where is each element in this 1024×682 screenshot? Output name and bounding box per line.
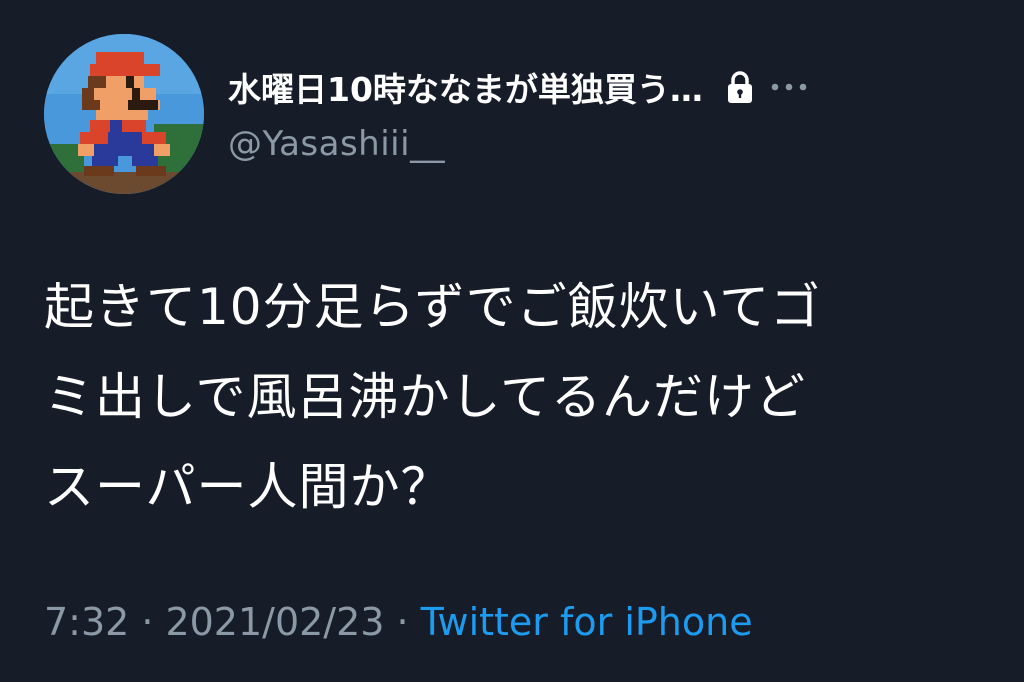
tweet-card: 水曜日10時ななまが単独買う… @Yasashiii__ 起きて10分足らずでご… (0, 0, 1024, 682)
meta-separator: · (141, 600, 154, 644)
tweet-date[interactable]: 2021/02/23 (165, 600, 384, 644)
user-handle[interactable]: @Yasashiii__ (228, 124, 988, 164)
tweet-text-line: 起きて10分足らずでご飯炊いてゴ (44, 278, 822, 336)
more-horizontal-icon[interactable] (767, 81, 811, 93)
tweet-text-line: スーパー人間か？ (44, 458, 452, 516)
name-row: 水曜日10時ななまが単独買う… (228, 62, 988, 112)
pixel-mario-avatar-icon (44, 34, 204, 194)
tweet-header: 水曜日10時ななまが単独買う… @Yasashiii__ (228, 62, 988, 164)
tweet-meta: 7:32 · 2021/02/23 · Twitter for iPhone (44, 600, 753, 644)
meta-separator: · (396, 600, 409, 644)
tweet-time[interactable]: 7:32 (44, 600, 129, 644)
display-name[interactable]: 水曜日10時ななまが単独買う… (228, 63, 703, 111)
tweet-text: 起きて10分足らずでご飯炊いてゴ ミ出しで風呂沸かしてるんだけど スーパー人間か… (44, 262, 984, 532)
tweet-source-link[interactable]: Twitter for iPhone (421, 600, 753, 644)
lock-icon (725, 70, 755, 104)
avatar[interactable] (44, 34, 204, 194)
tweet-text-line: ミ出しで風呂沸かしてるんだけど (44, 368, 806, 426)
